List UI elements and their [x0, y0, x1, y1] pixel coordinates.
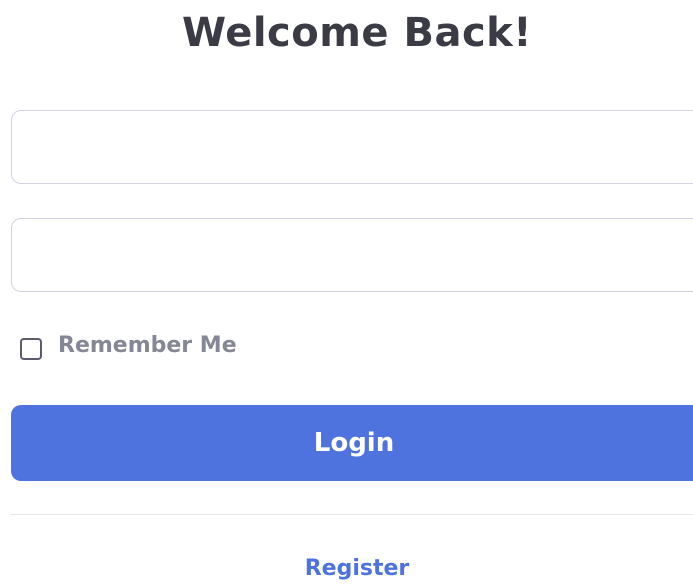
password-field[interactable] — [11, 218, 693, 292]
page-title: Welcome Back! — [182, 10, 532, 56]
register-link[interactable]: Register — [0, 556, 693, 581]
remember-me-checkbox[interactable] — [20, 338, 42, 360]
login-page: Welcome Back! Remember Me Login Register — [0, 0, 693, 585]
email-field[interactable] — [11, 110, 693, 184]
remember-me-row[interactable]: Remember Me — [20, 330, 237, 360]
remember-me-label[interactable]: Remember Me — [58, 333, 237, 358]
login-button[interactable]: Login — [11, 405, 693, 481]
divider — [11, 514, 693, 515]
